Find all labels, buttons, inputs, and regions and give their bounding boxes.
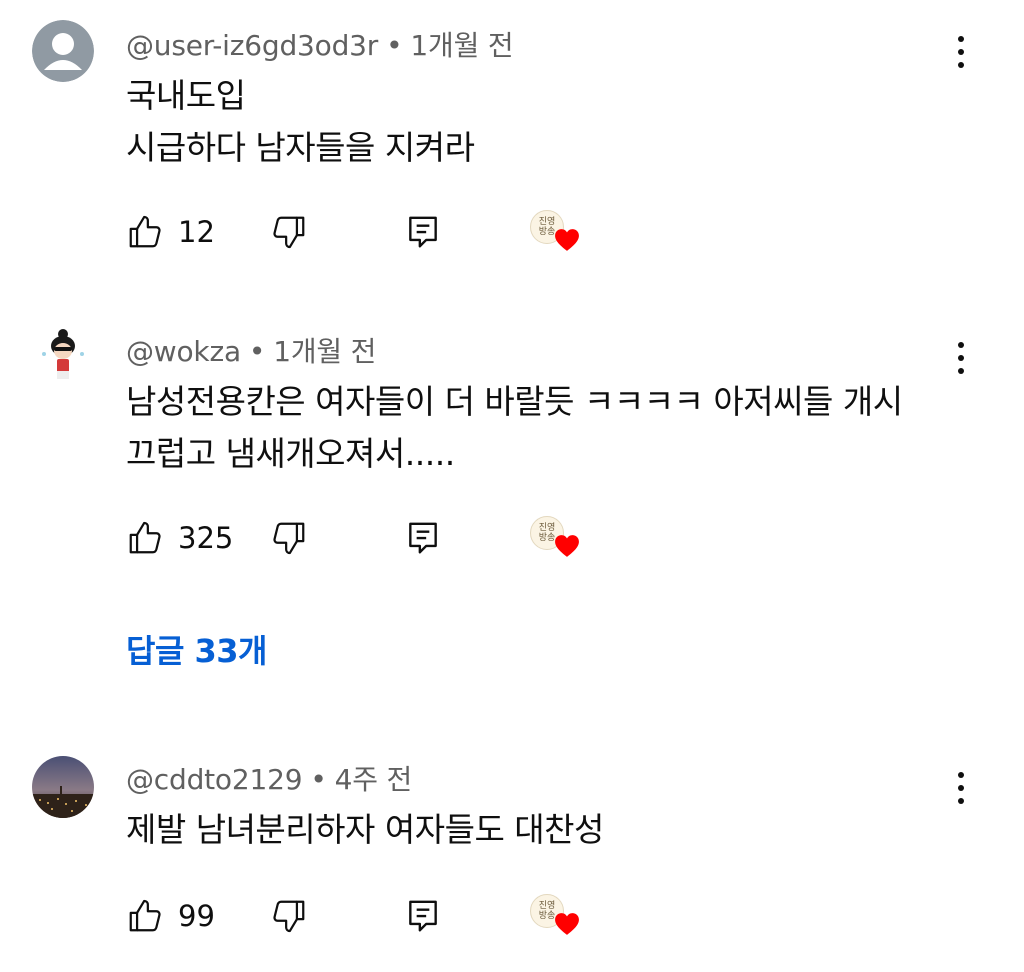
creator-heart-badge: 진영 방송 xyxy=(528,208,584,256)
reply-button[interactable] xyxy=(404,208,442,256)
more-vert-icon[interactable] xyxy=(944,766,978,810)
reply-button[interactable] xyxy=(404,892,442,940)
separator-dot: • xyxy=(248,335,266,368)
character-avatar-icon xyxy=(42,329,84,379)
like-button[interactable]: 99 xyxy=(126,892,215,940)
avatar[interactable] xyxy=(32,326,94,388)
more-vert-icon[interactable] xyxy=(944,336,978,380)
like-button[interactable]: 12 xyxy=(126,208,215,256)
author-name[interactable]: @cddto2129 xyxy=(126,763,303,796)
creator-heart-icon xyxy=(555,229,579,251)
thumbs-up-icon xyxy=(129,899,161,932)
more-vert-icon[interactable] xyxy=(944,30,978,74)
separator-dot: • xyxy=(310,763,327,796)
city-night-avatar-icon xyxy=(32,756,94,818)
avatar[interactable] xyxy=(32,20,94,82)
comment-time: 1개월 전 xyxy=(273,335,377,368)
like-count: 99 xyxy=(178,899,215,933)
avatar[interactable] xyxy=(32,756,94,818)
thumbs-up-icon xyxy=(129,215,161,248)
comment-actions: 12 진영 방송 xyxy=(126,208,626,256)
default-user-avatar-icon xyxy=(32,20,94,82)
comment-time: 1개월 전 xyxy=(410,29,514,62)
comment-text: 남성전용칸은 여자들이 더 바랄듯 ㅋㅋㅋㅋ 아저씨들 개시 끄럽고 냄새개오져… xyxy=(126,382,903,473)
thumbs-down-icon xyxy=(273,216,305,249)
thumbs-up-icon xyxy=(129,521,161,554)
comment-text: 국내도입 시급하다 남자들을 지켜라 xyxy=(126,76,475,167)
comment-actions: 99 진영 방송 xyxy=(126,892,626,940)
comment-time: 4주 전 xyxy=(334,763,413,796)
creator-heart-badge: 진영 방송 xyxy=(528,514,584,562)
reply-button[interactable] xyxy=(404,514,442,562)
thumbs-down-icon xyxy=(273,522,305,555)
reply-icon xyxy=(409,900,437,932)
comment-meta: @user-iz6gd3od3r • 1개월 전 xyxy=(126,24,514,64)
thumbs-down-icon xyxy=(273,900,305,933)
comment-actions: 325 진영 방송 xyxy=(126,514,626,562)
separator-dot: • xyxy=(386,29,403,62)
like-button[interactable]: 325 xyxy=(126,514,233,562)
comment-meta: @cddto2129 • 4주 전 xyxy=(126,758,412,798)
creator-heart-icon xyxy=(555,535,579,557)
reply-icon xyxy=(409,522,437,554)
creator-heart-icon xyxy=(555,913,579,935)
reply-icon xyxy=(409,216,437,248)
view-replies-button[interactable]: 답글 33개 xyxy=(126,626,268,672)
creator-heart-badge: 진영 방송 xyxy=(528,892,584,940)
comment-meta: @wokza • 1개월 전 xyxy=(126,330,376,370)
dislike-button[interactable] xyxy=(270,892,308,940)
like-count: 12 xyxy=(178,215,215,249)
author-name[interactable]: @wokza xyxy=(126,335,241,368)
dislike-button[interactable] xyxy=(270,514,308,562)
comment-text: 제발 남녀분리하자 여자들도 대찬성 xyxy=(126,810,604,849)
like-count: 325 xyxy=(178,521,234,555)
dislike-button[interactable] xyxy=(270,208,308,256)
author-name[interactable]: @user-iz6gd3od3r xyxy=(126,29,378,62)
